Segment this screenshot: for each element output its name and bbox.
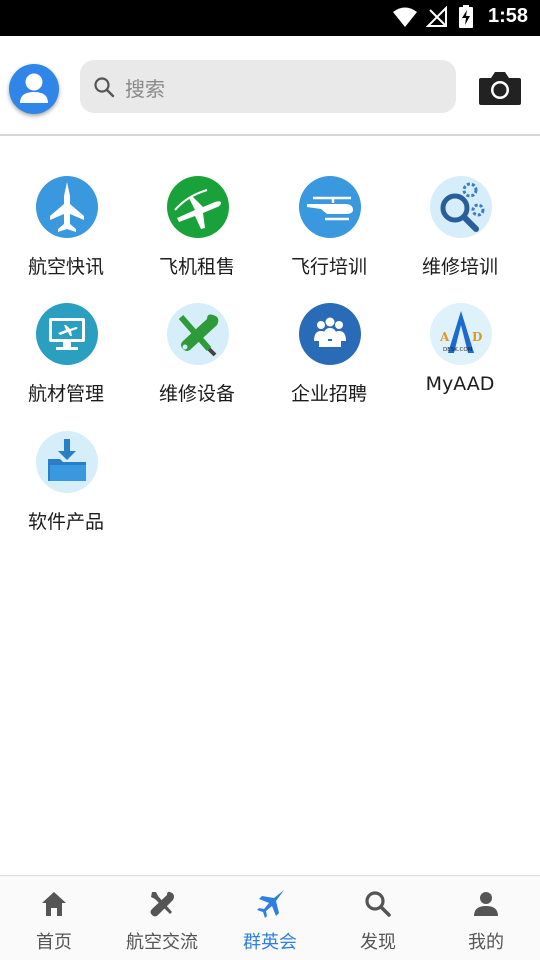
nav-label: 发现 bbox=[360, 932, 396, 953]
status-bar: 1:58 bbox=[0, 0, 540, 36]
aad-logo-icon: A D DESK.COM bbox=[430, 303, 492, 365]
search-input[interactable]: 搜索 bbox=[80, 60, 456, 113]
person-icon bbox=[20, 73, 48, 103]
search-icon bbox=[365, 891, 391, 917]
avatar[interactable] bbox=[9, 64, 59, 114]
nav-mine[interactable]: 我的 bbox=[432, 876, 540, 960]
grid-item-aircraft-lease[interactable]: 飞机租售 bbox=[131, 160, 262, 278]
airplane-icon bbox=[167, 176, 229, 238]
nav-label: 航空交流 bbox=[126, 932, 198, 953]
nav-group[interactable]: 群英会 bbox=[216, 876, 324, 960]
tools-icon bbox=[150, 891, 174, 917]
grid-item-recruitment[interactable]: 企业招聘 bbox=[263, 287, 394, 405]
grid-item-aviation-news[interactable]: 航空快讯 bbox=[0, 160, 131, 278]
search-icon bbox=[94, 77, 115, 98]
grid-item-flight-training[interactable]: 飞行培训 bbox=[263, 160, 394, 278]
svg-text:A: A bbox=[439, 330, 450, 344]
grid-item-software-products[interactable]: 软件产品 bbox=[0, 415, 131, 533]
nav-label: 我的 bbox=[468, 932, 504, 953]
camera-icon[interactable] bbox=[478, 70, 522, 106]
home-icon bbox=[42, 892, 66, 916]
battery-charging-icon bbox=[459, 5, 473, 28]
jet-icon bbox=[257, 890, 284, 918]
people-icon bbox=[299, 303, 361, 365]
grid-item-label: MyAAD bbox=[425, 373, 495, 395]
nav-aviation-exchange[interactable]: 航空交流 bbox=[108, 876, 216, 960]
gear-magnifier-icon bbox=[430, 176, 492, 238]
nav-discover[interactable]: 发现 bbox=[324, 876, 432, 960]
grid-item-myaad[interactable]: A D DESK.COM MyAAD bbox=[394, 287, 525, 405]
header: 搜索 bbox=[0, 36, 540, 136]
monitor-plane-icon bbox=[36, 303, 98, 365]
grid-item-label: 飞机租售 bbox=[158, 256, 235, 278]
grid-item-maintenance-equipment[interactable]: 维修设备 bbox=[131, 287, 262, 405]
no-signal-icon bbox=[426, 6, 447, 27]
status-time: 1:58 bbox=[487, 5, 528, 27]
nav-home[interactable]: 首页 bbox=[0, 876, 108, 960]
grid-item-maintenance-training[interactable]: 维修培训 bbox=[394, 160, 525, 278]
nav-label: 首页 bbox=[36, 932, 72, 953]
grid-item-label: 企业招聘 bbox=[290, 383, 367, 405]
folder-download-icon bbox=[36, 431, 98, 493]
grid-item-label: 飞行培训 bbox=[290, 256, 367, 278]
nav-label: 群英会 bbox=[243, 932, 297, 953]
svg-text:D: D bbox=[472, 330, 482, 344]
wifi-icon bbox=[393, 7, 417, 27]
grid-item-label: 航空快讯 bbox=[27, 256, 104, 278]
grid-item-label: 航材管理 bbox=[27, 383, 104, 405]
aad-desk-text: DESK.COM bbox=[443, 347, 473, 353]
grid-item-label: 软件产品 bbox=[27, 511, 104, 533]
grid-item-materials-management[interactable]: 航材管理 bbox=[0, 287, 131, 405]
grid-item-label: 维修设备 bbox=[158, 383, 235, 405]
search-placeholder: 搜索 bbox=[125, 77, 165, 101]
helicopter-icon bbox=[299, 176, 361, 238]
tools-icon bbox=[167, 303, 229, 365]
fighter-jet-icon bbox=[36, 176, 98, 238]
person-icon bbox=[474, 892, 498, 916]
bottom-nav: 首页 航空交流 群英会 发现 我的 bbox=[0, 875, 540, 960]
grid-item-label: 维修培训 bbox=[421, 256, 498, 278]
